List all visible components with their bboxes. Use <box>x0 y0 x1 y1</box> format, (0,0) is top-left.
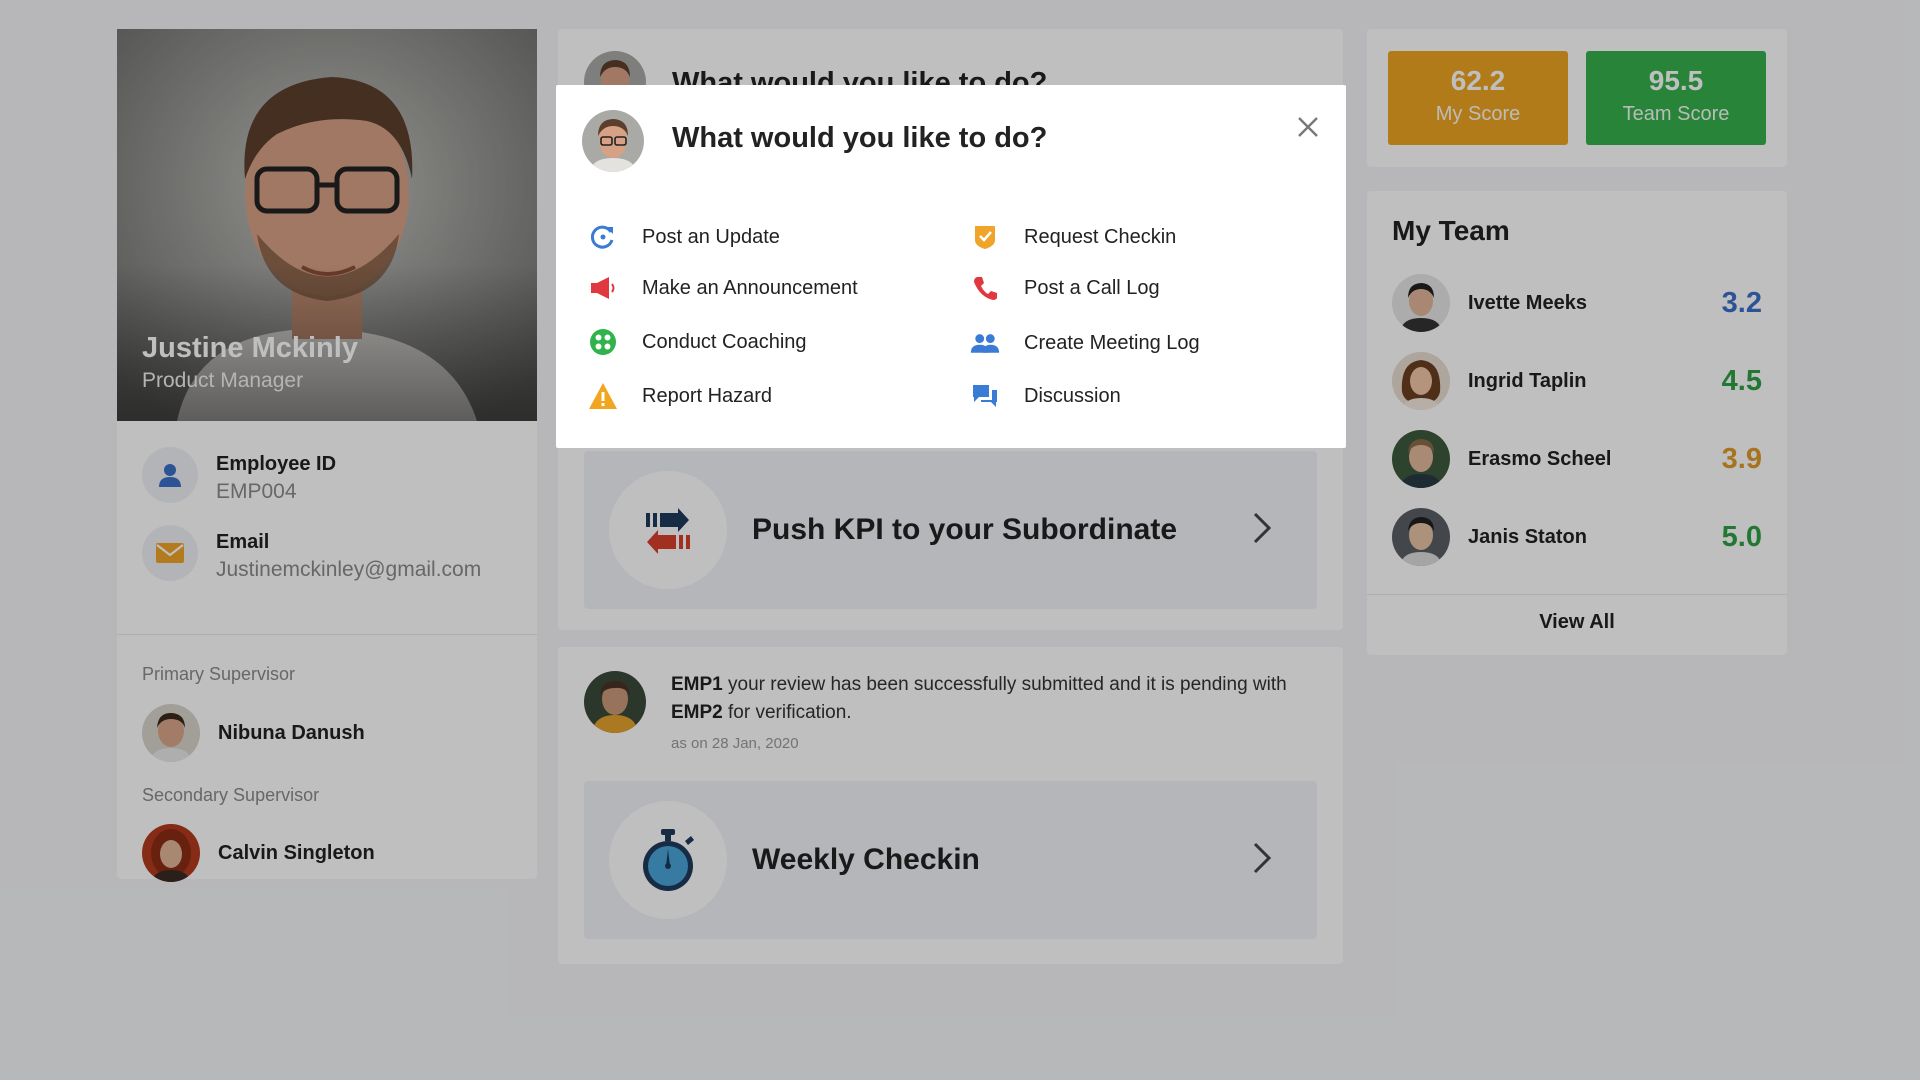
option-label: Create Meeting Log <box>1024 331 1200 354</box>
check-badge-icon <box>970 222 1000 252</box>
option-post-update[interactable]: Post an Update <box>588 222 780 252</box>
coaching-dots-icon <box>588 327 618 357</box>
option-label: Make an Announcement <box>642 276 858 299</box>
option-request-checkin[interactable]: Request Checkin <box>970 222 1176 252</box>
action-modal: What would you like to do? Post an Updat… <box>556 85 1346 448</box>
option-conduct-coaching[interactable]: Conduct Coaching <box>588 327 807 357</box>
close-icon[interactable] <box>1292 111 1324 143</box>
warning-icon <box>588 381 618 411</box>
phone-icon <box>970 273 1000 303</box>
option-make-announcement[interactable]: Make an Announcement <box>588 273 858 303</box>
option-post-call-log[interactable]: Post a Call Log <box>970 273 1160 303</box>
people-icon <box>970 328 1000 358</box>
option-label: Report Hazard <box>642 384 773 407</box>
option-label: Post a Call Log <box>1024 276 1160 299</box>
modal-user-avatar <box>582 110 644 172</box>
option-label: Post an Update <box>642 225 780 248</box>
refresh-icon <box>588 222 618 252</box>
option-discussion[interactable]: Discussion <box>970 381 1121 411</box>
megaphone-icon <box>588 273 618 303</box>
option-report-hazard[interactable]: Report Hazard <box>588 381 772 411</box>
option-create-meeting-log[interactable]: Create Meeting Log <box>970 328 1200 358</box>
option-label: Discussion <box>1024 384 1121 407</box>
chat-icon <box>970 381 1000 411</box>
option-label: Request Checkin <box>1024 225 1177 248</box>
modal-title: What would you like to do? <box>672 122 1048 154</box>
option-label: Conduct Coaching <box>642 330 807 353</box>
